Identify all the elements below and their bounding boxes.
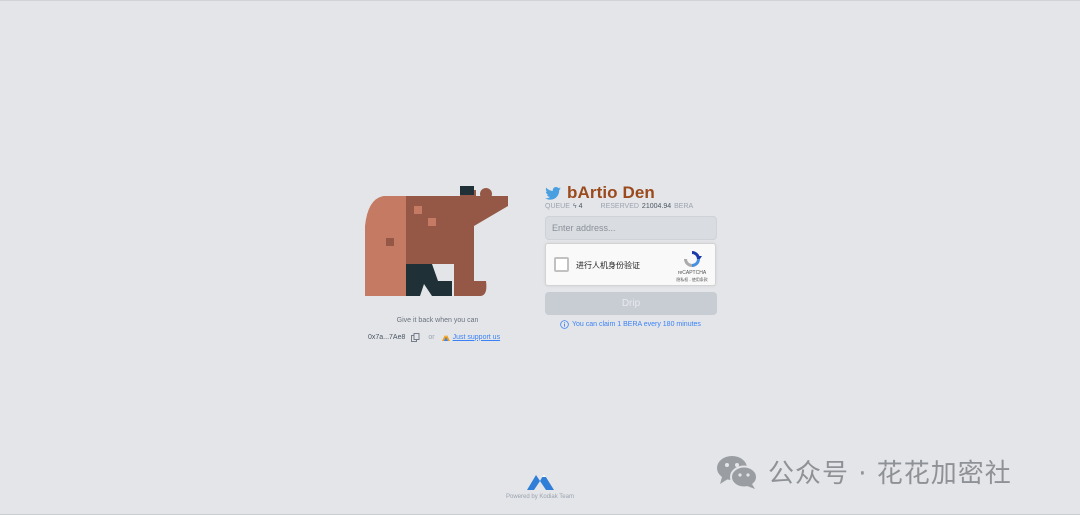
faucet-stats: QUEUE ϟ 4 RESERVED 21004.94 BERA (545, 203, 693, 210)
reserved-unit: BERA (674, 203, 694, 210)
lightning-icon: ϟ (572, 203, 577, 210)
reserved-label: RESERVED (600, 203, 639, 210)
page-frame (0, 0, 1080, 515)
or-text: or (428, 333, 435, 341)
queue-value: 4 (578, 203, 583, 210)
wechat-icon (717, 455, 758, 489)
kodiak-logo-icon (441, 334, 450, 341)
bear-illustration (362, 186, 514, 300)
address-input[interactable] (545, 216, 717, 240)
support-link[interactable]: Just support us (441, 333, 501, 341)
watermark-text: 公众号 · 花花加密社 (768, 459, 1012, 489)
powered-by-text: Powered by Kodiak Team (506, 494, 574, 500)
support-link-label: Just support us (452, 333, 501, 341)
claim-info-text: You can claim 1 BERA every 180 minutes (572, 321, 701, 328)
drip-button[interactable]: Drip (545, 292, 717, 315)
recaptcha-logo-icon (684, 251, 702, 267)
reserved-value: 21004.94 (641, 203, 672, 210)
recaptcha-widget: 进行人机身份验证 reCAPTCHA 隐私权 - 使用条款 (545, 243, 716, 286)
faucet-header: bArtio Den (545, 183, 655, 203)
twitter-bird-icon[interactable] (545, 186, 561, 200)
recaptcha-checkbox[interactable] (554, 257, 569, 272)
recaptcha-label: 进行人机身份验证 (576, 261, 640, 270)
info-icon (560, 320, 569, 329)
donation-address: 0x7a...7Ae8 (368, 333, 406, 341)
page-title: bArtio Den (567, 183, 655, 202)
copy-icon[interactable] (411, 332, 420, 342)
kodiak-logo-icon[interactable] (527, 472, 554, 490)
wechat-watermark: 公众号 · 花花加密社 (716, 453, 1012, 490)
donation-address-row: 0x7a...7Ae8 or Just support us (368, 331, 500, 343)
queue-label: QUEUE (545, 203, 570, 210)
recaptcha-brand: reCAPTCHA (677, 270, 707, 276)
recaptcha-terms-link[interactable]: 隐私权 - 使用条款 (670, 277, 714, 283)
claim-info: You can claim 1 BERA every 180 minutes (560, 320, 701, 329)
give-back-text: Give it back when you can (396, 317, 479, 324)
